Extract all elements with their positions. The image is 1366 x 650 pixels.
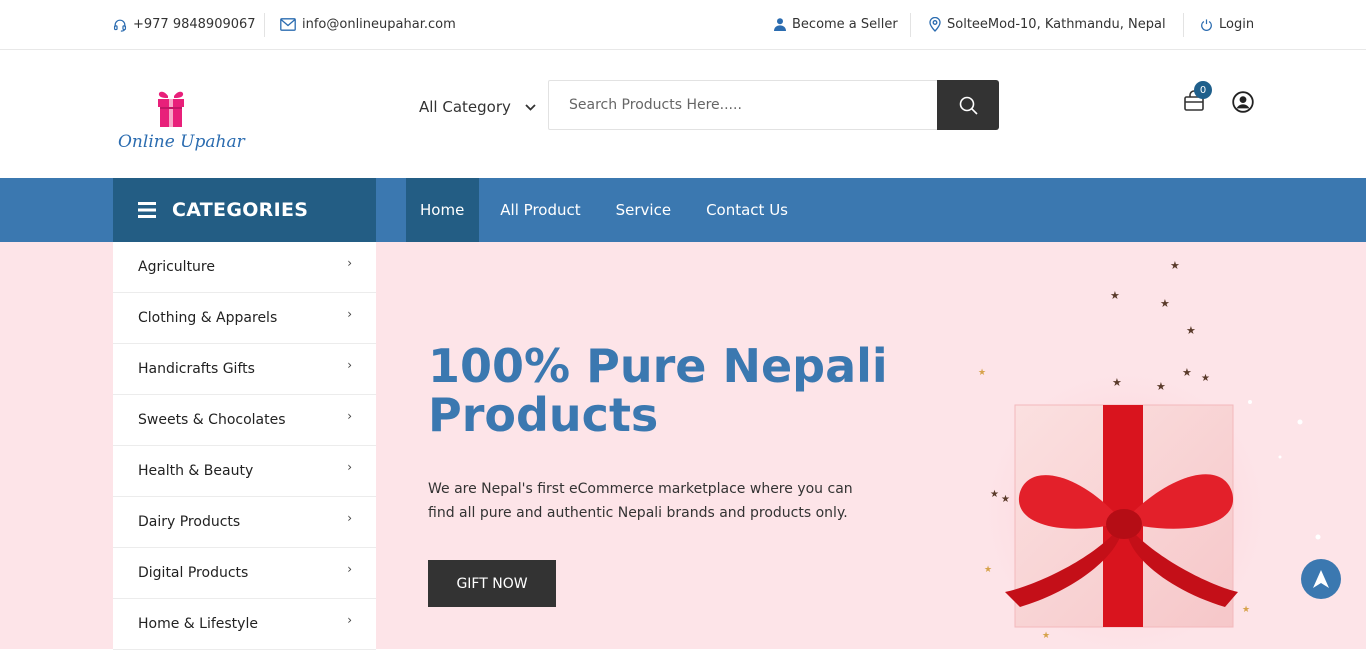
menu-bars-icon (138, 202, 156, 218)
top-bar: +977 9848909067 info@onlineupahar.com Be… (0, 0, 1366, 50)
category-item-home-lifestyle[interactable]: Home & Lifestyle › (113, 599, 376, 650)
svg-text:★: ★ (978, 368, 986, 378)
email-address: info@onlineupahar.com (302, 17, 456, 32)
category-label: Clothing & Apparels (138, 310, 278, 326)
category-label: Agriculture (138, 259, 215, 275)
gift-logo-icon (158, 91, 184, 127)
cart-button[interactable]: 0 (1183, 81, 1212, 114)
category-item-dairy[interactable]: Dairy Products › (113, 497, 376, 548)
nav-link-service[interactable]: Service (602, 178, 685, 242)
main-nav: CATEGORIES Home All Product Service Cont… (0, 178, 1366, 242)
phone-number: +977 9848909067 (133, 17, 256, 32)
hero-banner: Agriculture › Clothing & Apparels › Handic… (0, 242, 1366, 650)
svg-text:★: ★ (1182, 366, 1192, 379)
store-location: SolteeMod-10, Kathmandu, Nepal (929, 0, 1166, 49)
svg-text:★: ★ (1242, 605, 1250, 615)
arrow-up-icon (1313, 570, 1329, 588)
svg-text:★: ★ (1112, 376, 1122, 389)
svg-text:★: ★ (1001, 494, 1010, 505)
hero-description: We are Nepal's first eCommerce marketpla… (428, 481, 853, 521)
site-logo[interactable]: Online Upahar (118, 88, 245, 160)
chevron-right-icon: › (347, 613, 352, 627)
main-header: Online Upahar All Category 0 (0, 50, 1366, 178)
nav-link-home[interactable]: Home (406, 178, 480, 242)
category-label: Sweets & Chocolates (138, 412, 286, 428)
divider (264, 13, 265, 37)
svg-text:★: ★ (1042, 631, 1050, 641)
category-item-clothing[interactable]: Clothing & Apparels › (113, 293, 376, 344)
phone-contact[interactable]: +977 9848909067 (113, 0, 256, 49)
categories-toggle[interactable]: CATEGORIES (113, 178, 376, 242)
power-icon (1201, 18, 1212, 31)
headset-icon (113, 19, 127, 32)
nav-link-all-product[interactable]: All Product (486, 178, 594, 242)
location-text: SolteeMod-10, Kathmandu, Nepal (947, 17, 1166, 32)
mail-icon (280, 18, 296, 31)
nav-link-contact-us[interactable]: Contact Us (692, 178, 802, 242)
login-label: Login (1219, 17, 1255, 32)
location-pin-icon (929, 17, 941, 32)
category-item-sweets[interactable]: Sweets & Chocolates › (113, 395, 376, 446)
category-label: Digital Products (138, 565, 249, 581)
categories-title: CATEGORIES (172, 199, 309, 221)
become-seller-label: Become a Seller (792, 17, 898, 32)
chevron-right-icon: › (347, 460, 352, 474)
category-select-value: All Category (419, 98, 511, 116)
svg-text:★: ★ (1201, 373, 1210, 384)
hero-headline: 100% Pure Nepali Products (428, 339, 888, 442)
category-item-agriculture[interactable]: Agriculture › (113, 242, 376, 293)
user-circle-icon (1232, 91, 1254, 113)
chevron-right-icon: › (347, 562, 352, 576)
category-label: Handicrafts Gifts (138, 361, 255, 377)
svg-text:★: ★ (1110, 289, 1120, 302)
svg-text:★: ★ (1160, 297, 1170, 310)
become-seller-link[interactable]: Become a Seller (774, 0, 898, 49)
category-item-digital[interactable]: Digital Products › (113, 548, 376, 599)
svg-text:★: ★ (1170, 259, 1180, 272)
login-link[interactable]: Login (1200, 0, 1254, 49)
divider (910, 13, 911, 37)
category-select[interactable]: All Category (419, 98, 536, 116)
scroll-to-top-button[interactable] (1301, 559, 1341, 599)
svg-text:★: ★ (1156, 380, 1166, 393)
chevron-down-icon (525, 103, 536, 111)
search-input[interactable] (549, 81, 937, 129)
account-button[interactable] (1232, 91, 1254, 117)
category-item-handicrafts[interactable]: Handicrafts Gifts › (113, 344, 376, 395)
chevron-right-icon: › (347, 511, 352, 525)
logo-text: Online Upahar (118, 132, 245, 152)
email-contact[interactable]: info@onlineupahar.com (280, 0, 456, 49)
divider (1183, 13, 1184, 37)
svg-text:★: ★ (990, 489, 999, 500)
chevron-right-icon: › (347, 307, 352, 321)
user-icon (774, 18, 786, 31)
cart-count-badge: 0 (1194, 81, 1212, 99)
category-list: Agriculture › Clothing & Apparels › Handic… (113, 242, 376, 650)
category-item-health-beauty[interactable]: Health & Beauty › (113, 446, 376, 497)
search-button[interactable] (937, 80, 999, 130)
gift-now-button[interactable]: GIFT NOW (428, 560, 556, 607)
search-icon (959, 96, 978, 115)
search-box (548, 80, 999, 130)
chevron-right-icon: › (347, 256, 352, 270)
svg-text:★: ★ (984, 565, 992, 575)
nav-links: Home All Product Service Contact Us (406, 178, 809, 242)
chevron-right-icon: › (347, 409, 352, 423)
category-label: Health & Beauty (138, 463, 254, 479)
category-label: Home & Lifestyle (138, 616, 258, 632)
category-label: Dairy Products (138, 514, 241, 530)
chevron-right-icon: › (347, 358, 352, 372)
svg-text:★: ★ (1186, 324, 1196, 337)
